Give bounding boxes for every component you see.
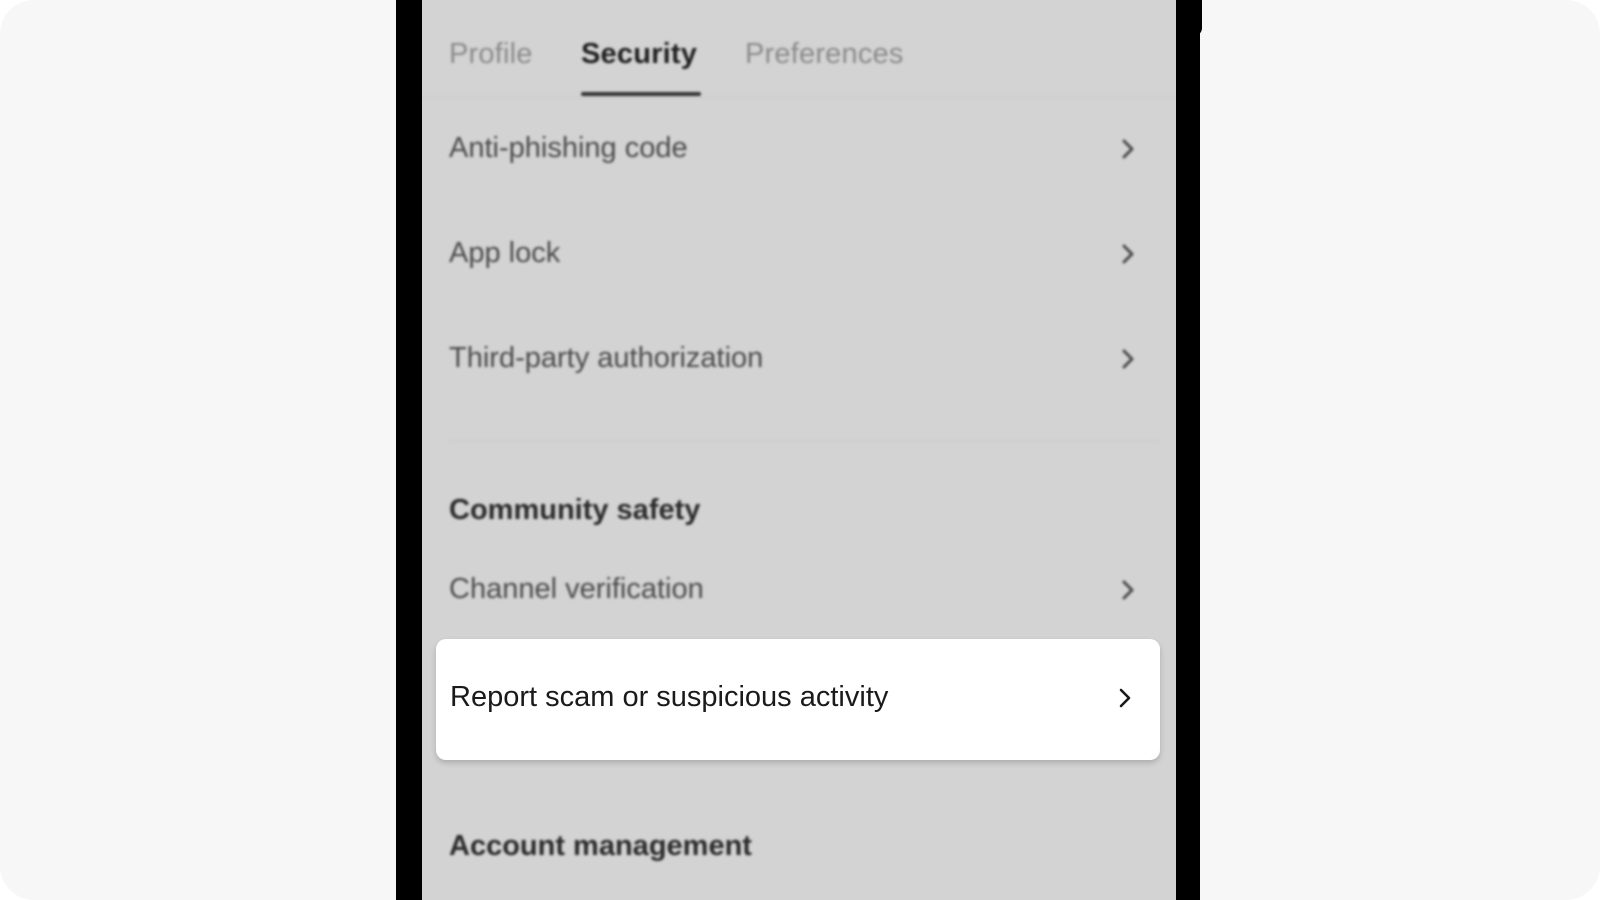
list-item-label: Channel verification — [449, 573, 704, 605]
active-tab-indicator — [581, 92, 701, 96]
settings-tabs: Profile Security Preferences — [422, 0, 1176, 98]
tab-security[interactable]: Security — [581, 38, 697, 71]
section-header-account-management: Account management — [449, 830, 752, 862]
tab-preferences[interactable]: Preferences — [745, 38, 904, 71]
list-item-label: Anti-phishing code — [449, 132, 688, 164]
list-item-report-scam[interactable]: Report scam or suspicious activity — [436, 639, 1160, 760]
list-item-channel-verification[interactable]: Channel verification — [449, 561, 1149, 621]
tutorial-canvas: Profile Security Preferences Anti-phishi… — [0, 0, 1600, 900]
chevron-right-icon — [1110, 683, 1140, 713]
list-item-label: Third-party authorization — [449, 342, 764, 374]
chevron-right-icon — [1113, 239, 1143, 269]
phone-frame-corner-right — [1176, 0, 1202, 36]
section-divider — [449, 440, 1159, 442]
list-item-third-party-authorization[interactable]: Third-party authorization — [449, 330, 1149, 390]
settings-screen: Profile Security Preferences Anti-phishi… — [422, 0, 1176, 900]
list-item-label: App lock — [449, 237, 561, 269]
tab-profile[interactable]: Profile — [449, 38, 533, 71]
chevron-right-icon — [1113, 575, 1143, 605]
chevron-right-icon — [1113, 134, 1143, 164]
list-item-label: Report scam or suspicious activity — [450, 681, 889, 713]
list-item-app-lock[interactable]: App lock — [449, 225, 1149, 285]
chevron-right-icon — [1113, 344, 1143, 374]
list-item-anti-phishing-code[interactable]: Anti-phishing code — [449, 120, 1149, 180]
section-header-community-safety: Community safety — [449, 494, 701, 526]
